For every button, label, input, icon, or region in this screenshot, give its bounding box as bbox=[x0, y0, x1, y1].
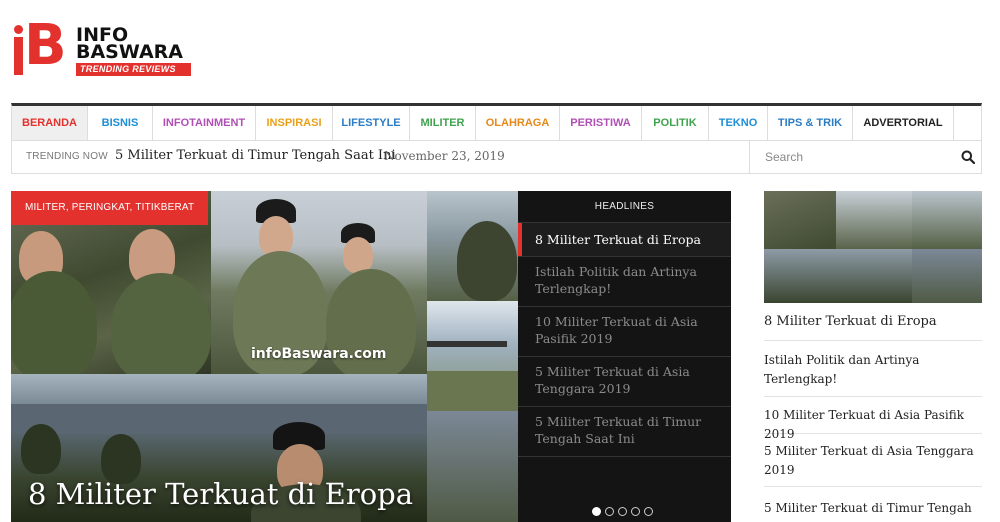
logo-tagline: TRENDING REVIEWS bbox=[76, 63, 191, 76]
nav-item-advertorial[interactable]: ADVERTORIAL bbox=[853, 106, 954, 140]
headline-item-active[interactable]: 8 Militer Terkuat di Eropa bbox=[518, 223, 731, 257]
slider-pagination bbox=[592, 507, 653, 516]
nav-item-tekno[interactable]: TEKNO bbox=[709, 106, 768, 140]
sidebar-post-item[interactable]: 5 Militer Terkuat di Asia Tenggara 2019 bbox=[764, 434, 982, 487]
nav-item-olahraga[interactable]: OLAHRAGA bbox=[476, 106, 560, 140]
slider-dot-2[interactable] bbox=[605, 507, 614, 516]
search-input[interactable] bbox=[750, 141, 950, 173]
nav-item-inspirasi[interactable]: INSPIRASI bbox=[256, 106, 333, 140]
sidebar-post-item[interactable]: 5 Militer Terkuat di Timur Tengah Saat I… bbox=[764, 487, 982, 522]
nav-item-politik[interactable]: POLITIK bbox=[642, 106, 709, 140]
headline-item[interactable]: 5 Militer Terkuat di Timur Tengah Saat I… bbox=[518, 407, 731, 457]
hero-slide[interactable]: infoBaswara.com MILITER, PERINGKAT, TITI… bbox=[11, 191, 518, 522]
headline-item[interactable]: 10 Militer Terkuat di Asia Pasifik 2019 bbox=[518, 307, 731, 357]
hero-photo-gunner bbox=[427, 191, 518, 301]
headline-item[interactable]: 5 Militer Terkuat di Asia Tenggara 2019 bbox=[518, 357, 731, 407]
hero-title[interactable]: 8 Militer Terkuat di Eropa bbox=[28, 477, 413, 511]
slider-dot-4[interactable] bbox=[631, 507, 640, 516]
nav-item-lifestyle[interactable]: LIFESTYLE bbox=[333, 106, 410, 140]
search-box bbox=[749, 141, 982, 173]
hero-category-tags[interactable]: MILITER, PERINGKAT, TITIKBERAT bbox=[11, 191, 209, 225]
slider-dot-5[interactable] bbox=[644, 507, 653, 516]
nav-item-bisnis[interactable]: BISNIS bbox=[88, 106, 153, 140]
sidebar-post-item[interactable]: 8 Militer Terkuat di Eropa bbox=[764, 303, 982, 341]
site-logo[interactable]: B INFO BASWARA TRENDING REVIEWS bbox=[10, 16, 195, 78]
nav-item-beranda[interactable]: BERANDA bbox=[12, 106, 88, 140]
slider-dot-1[interactable] bbox=[592, 507, 601, 516]
nav-item-tips-trik[interactable]: TIPS & TRIK bbox=[768, 106, 853, 140]
sidebar-post-item[interactable]: Istilah Politik dan Artinya Terlengkap! bbox=[764, 341, 982, 397]
headline-item[interactable]: Istilah Politik dan Artinya Terlengkap! bbox=[518, 257, 731, 307]
logo-text-baswara: BASWARA bbox=[76, 41, 184, 63]
trending-label: TRENDING NOW bbox=[26, 151, 108, 162]
nav-item-infotainment[interactable]: INFOTAINMENT bbox=[153, 106, 256, 140]
slider-dot-3[interactable] bbox=[618, 507, 627, 516]
nav-item-militer[interactable]: MILITER bbox=[410, 106, 476, 140]
sidebar-post-list: 8 Militer Terkuat di Eropa Istilah Polit… bbox=[764, 303, 982, 522]
logo-mark: B bbox=[10, 16, 72, 78]
hero-photo-artillery bbox=[427, 301, 518, 411]
search-icon[interactable] bbox=[961, 150, 975, 164]
trending-date: November 23, 2019 bbox=[384, 149, 505, 163]
trending-bar: TRENDING NOW 5 Militer Terkuat di Timur … bbox=[11, 141, 982, 174]
sidebar-thumbnail[interactable] bbox=[764, 191, 982, 303]
sidebar-post-item[interactable]: 10 Militer Terkuat di Asia Pasifik 2019 bbox=[764, 397, 982, 441]
trending-title-link[interactable]: 5 Militer Terkuat di Timur Tengah Saat I… bbox=[115, 148, 396, 163]
headlines-heading: HEADLINES bbox=[518, 191, 731, 223]
nav-item-peristiwa[interactable]: PERISTIWA bbox=[560, 106, 642, 140]
hero-watermark: infoBaswara.com bbox=[251, 346, 387, 362]
hero-photo-vehicle bbox=[427, 411, 518, 522]
main-nav: BERANDA BISNIS INFOTAINMENT INSPIRASI LI… bbox=[11, 103, 982, 141]
headlines-panel: HEADLINES 8 Militer Terkuat di Eropa Ist… bbox=[518, 191, 731, 522]
